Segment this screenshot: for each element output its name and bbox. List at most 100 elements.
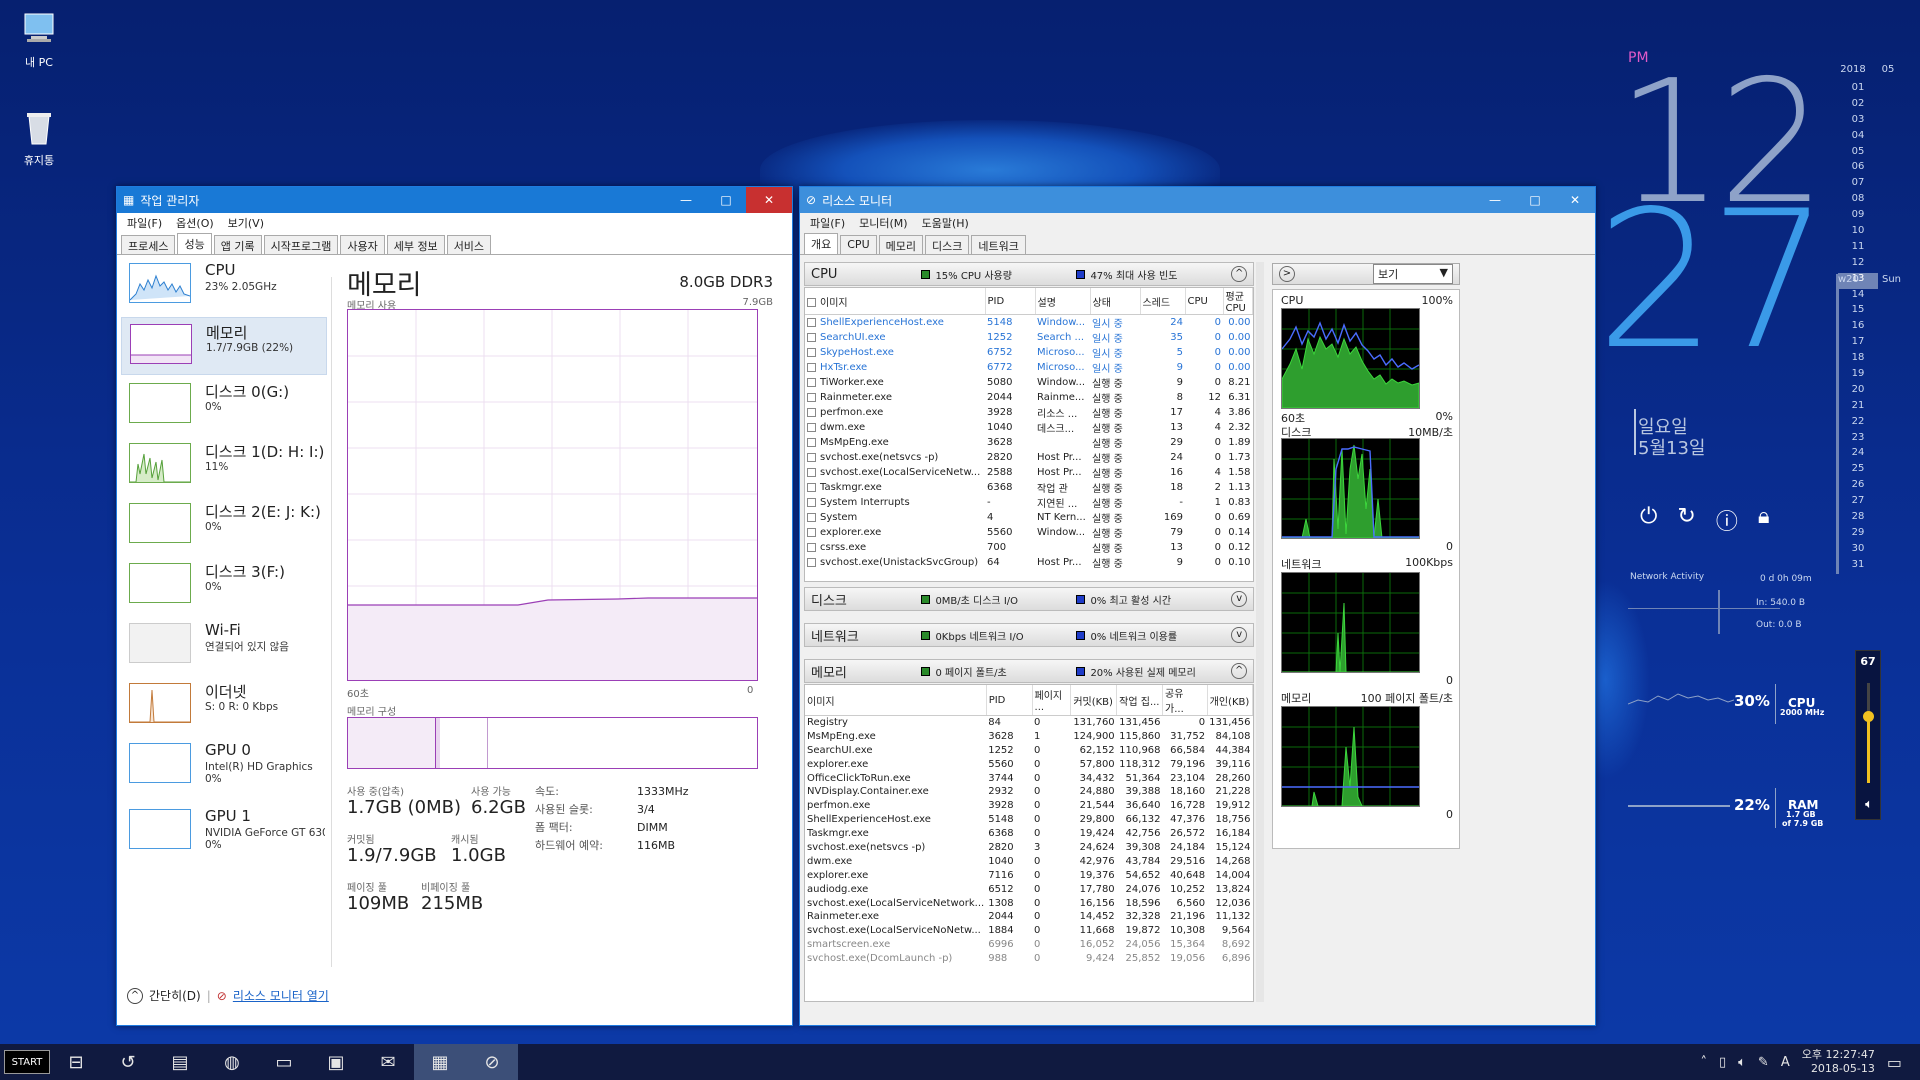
checkbox[interactable] (807, 422, 816, 432)
checkbox[interactable] (807, 437, 816, 447)
table-row[interactable]: Rainmeter.exe 2044 Rainme... 실행 중 8 12 6.31 (805, 390, 1253, 405)
column-header[interactable]: 스레드 (1140, 288, 1186, 315)
network-icon[interactable]: ▯ (1719, 1055, 1726, 1070)
table-row[interactable]: OfficeClickToRun.exe 3744 0 34,432 51,364 23,… (805, 771, 1253, 785)
restart-icon[interactable]: ↻ (1677, 504, 1695, 536)
table-row[interactable]: Taskmgr.exe 6368 작업 관 실행 중 18 2 1.13 (805, 480, 1253, 495)
table-row[interactable]: NVDisplay.Container.exe 2932 0 24,880 39,388… (805, 785, 1253, 799)
column-header[interactable]: 개인(KB) (1207, 685, 1253, 716)
table-row[interactable]: HxTsr.exe 6772 Microso... 일시 중 9 0 0.00 (805, 360, 1253, 375)
tab-overview[interactable]: 개요 (804, 233, 839, 254)
fewer-details-button[interactable]: 간단히(D) (149, 987, 201, 1004)
table-row[interactable]: audiodg.exe 6512 0 17,780 24,076 10,252 13,824 (805, 882, 1253, 896)
info-icon[interactable]: ⓘ (1716, 504, 1738, 536)
column-header[interactable]: 커밋(KB) (1070, 685, 1118, 716)
menu-options[interactable]: 옵션(O) (176, 215, 213, 231)
table-row[interactable]: svchost.exe(LocalServiceNetw... 2588 Host … (805, 465, 1253, 480)
checkbox[interactable] (807, 392, 816, 402)
chevron-up-icon[interactable]: ˄ (1700, 1055, 1707, 1070)
column-header[interactable]: 상태 (1090, 288, 1141, 315)
column-header[interactable]: 페이지 ... (1032, 685, 1072, 716)
column-header[interactable]: 이미지 (820, 298, 848, 309)
network-section-header[interactable]: 네트워크 0Kbps 네트워크 I/O 0% 네트워크 이용률 v (804, 623, 1254, 647)
table-row[interactable]: ShellExperienceHost.exe 5148 Window... 일시 중… (805, 315, 1253, 330)
task-manager-taskbar-icon[interactable]: ▦ (414, 1044, 466, 1080)
checkbox[interactable] (807, 482, 816, 492)
table-row[interactable]: dwm.exe 1040 데스크... 실행 중 13 4 2.32 (805, 420, 1253, 435)
minimize-button[interactable]: — (1475, 187, 1515, 213)
folder-icon[interactable]: ▭ (258, 1044, 310, 1080)
checkbox[interactable] (807, 452, 816, 462)
menu-file[interactable]: 파일(F) (127, 215, 162, 231)
column-header[interactable]: CPU (1185, 288, 1224, 315)
minimize-button[interactable]: — (666, 187, 706, 213)
lock-icon[interactable]: 🔒︎ (1758, 504, 1770, 536)
table-row[interactable]: explorer.exe 7116 0 19,376 54,652 40,648 14,00… (805, 868, 1253, 882)
table-row[interactable]: Rainmeter.exe 2044 0 14,452 32,328 21,196 11,1… (805, 910, 1253, 924)
expand-icon[interactable]: v (1231, 591, 1247, 607)
sidebar-item-gpu0[interactable]: GPU 0 Intel(R) HD Graphics 0% (121, 737, 327, 801)
checkbox[interactable] (807, 557, 816, 567)
maximize-button[interactable]: □ (706, 187, 746, 213)
sidebar-item-cpu[interactable]: CPU 23% 2.05GHz (121, 257, 327, 315)
table-row[interactable]: smartscreen.exe 6996 0 16,052 24,056 15,364 8,… (805, 938, 1253, 952)
sidebar-item-gpu1[interactable]: GPU 1 NVIDIA GeForce GT 630 0% (121, 803, 327, 867)
checkbox[interactable] (807, 362, 816, 372)
table-row[interactable]: TiWorker.exe 5080 Window... 실행 중 9 0 8.21 (805, 375, 1253, 390)
table-row[interactable]: SearchUI.exe 1252 0 62,152 110,968 66,584 44,3… (805, 743, 1253, 757)
checkbox[interactable] (807, 497, 816, 507)
column-header[interactable]: 이미지 (805, 685, 987, 716)
checkbox[interactable] (807, 542, 816, 552)
tab-services[interactable]: 서비스 (446, 235, 492, 254)
tab-cpu[interactable]: CPU (840, 235, 877, 254)
column-header[interactable]: 설명 (1035, 288, 1091, 315)
tab-details[interactable]: 세부 정보 (386, 235, 445, 254)
table-row[interactable]: svchost.exe(netsvcs -p) 2820 3 24,624 39,308… (805, 841, 1253, 855)
desktop-icon-my-pc[interactable]: 내 PC (4, 10, 74, 70)
table-row[interactable]: dwm.exe 1040 0 42,976 43,784 29,516 14,268 (805, 854, 1253, 868)
tab-startup[interactable]: 시작프로그램 (263, 235, 339, 254)
browser-icon[interactable]: ◍ (206, 1044, 258, 1080)
column-header[interactable]: PID (986, 685, 1033, 716)
title-bar[interactable]: ▦ 작업 관리자 — □ ✕ (117, 187, 792, 213)
close-button[interactable]: ✕ (1555, 187, 1595, 213)
table-row[interactable]: svchost.exe(netsvcs -p) 2820 Host Pr... 실행 … (805, 450, 1253, 465)
table-row[interactable]: perfmon.exe 3928 0 21,544 36,640 16,728 19,912 (805, 799, 1253, 813)
start-button[interactable]: START (4, 1050, 50, 1074)
collapse-icon[interactable]: ^ (1231, 663, 1247, 679)
store-icon[interactable]: ▣ (310, 1044, 362, 1080)
checkbox[interactable] (807, 317, 816, 327)
sidebar-item-disk2[interactable]: 디스크 2(E: J: K:) 0% (121, 497, 327, 555)
tab-performance[interactable]: 성능 (177, 233, 212, 254)
sidebar-item-disk3[interactable]: 디스크 3(F:) 0% (121, 557, 327, 615)
table-row[interactable]: Taskmgr.exe 6368 0 19,424 42,756 26,572 16,184 (805, 827, 1253, 841)
chevron-up-icon[interactable]: ^ (127, 987, 143, 1004)
task-view-icon[interactable]: ⊟ (50, 1044, 102, 1080)
table-row[interactable]: svchost.exe(DcomLaunch -p) 988 0 9,424 25,85… (805, 952, 1253, 966)
pen-icon[interactable]: ✎ (1758, 1055, 1769, 1070)
table-row[interactable]: SkypeHost.exe 6752 Microso... 일시 중 5 0 0.00 (805, 345, 1253, 360)
title-bar[interactable]: ⊘ 리소스 모니터 — □ ✕ (800, 187, 1595, 213)
checkbox[interactable] (807, 467, 816, 477)
collapse-icon[interactable]: ^ (1231, 266, 1247, 282)
table-row[interactable]: explorer.exe 5560 0 57,800 118,312 79,196 39,1… (805, 757, 1253, 771)
power-icon[interactable]: ⏻ (1640, 504, 1657, 536)
menu-monitor[interactable]: 모니터(M) (859, 215, 907, 231)
menu-help[interactable]: 도움말(H) (922, 215, 969, 231)
column-header[interactable]: 공유 가... (1162, 685, 1208, 716)
tab-disk[interactable]: 디스크 (925, 235, 970, 254)
tab-users[interactable]: 사용자 (340, 235, 385, 254)
close-button[interactable]: ✕ (746, 187, 792, 213)
expand-icon[interactable]: v (1231, 627, 1247, 643)
disk-section-header[interactable]: 디스크 0MB/초 디스크 I/O 0% 최고 활성 시간 v (804, 587, 1254, 611)
volume-icon[interactable]: 🔈︎ (1738, 1055, 1746, 1070)
table-row[interactable]: System Interrupts - 지연된 ... 실행 중 - 1 0.83 (805, 495, 1253, 510)
table-row[interactable]: Registry 84 0 131,760 131,456 0 131,456 (805, 716, 1253, 730)
cpu-section-header[interactable]: CPU 15% CPU 사용량 47% 최대 사용 빈도 ^ (804, 262, 1254, 286)
table-row[interactable]: svchost.exe(LocalServiceNoNetw... 1884 0 11… (805, 924, 1253, 938)
sidebar-item-memory[interactable]: 메모리 1.7/7.9GB (22%) (121, 317, 327, 375)
table-row[interactable]: System 4 NT Kern... 실행 중 169 0 0.69 (805, 510, 1253, 525)
checkbox[interactable] (807, 332, 816, 342)
resource-monitor-taskbar-icon[interactable]: ⊘ (466, 1044, 518, 1080)
view-dropdown[interactable]: 보기 ▼ (1373, 264, 1453, 284)
